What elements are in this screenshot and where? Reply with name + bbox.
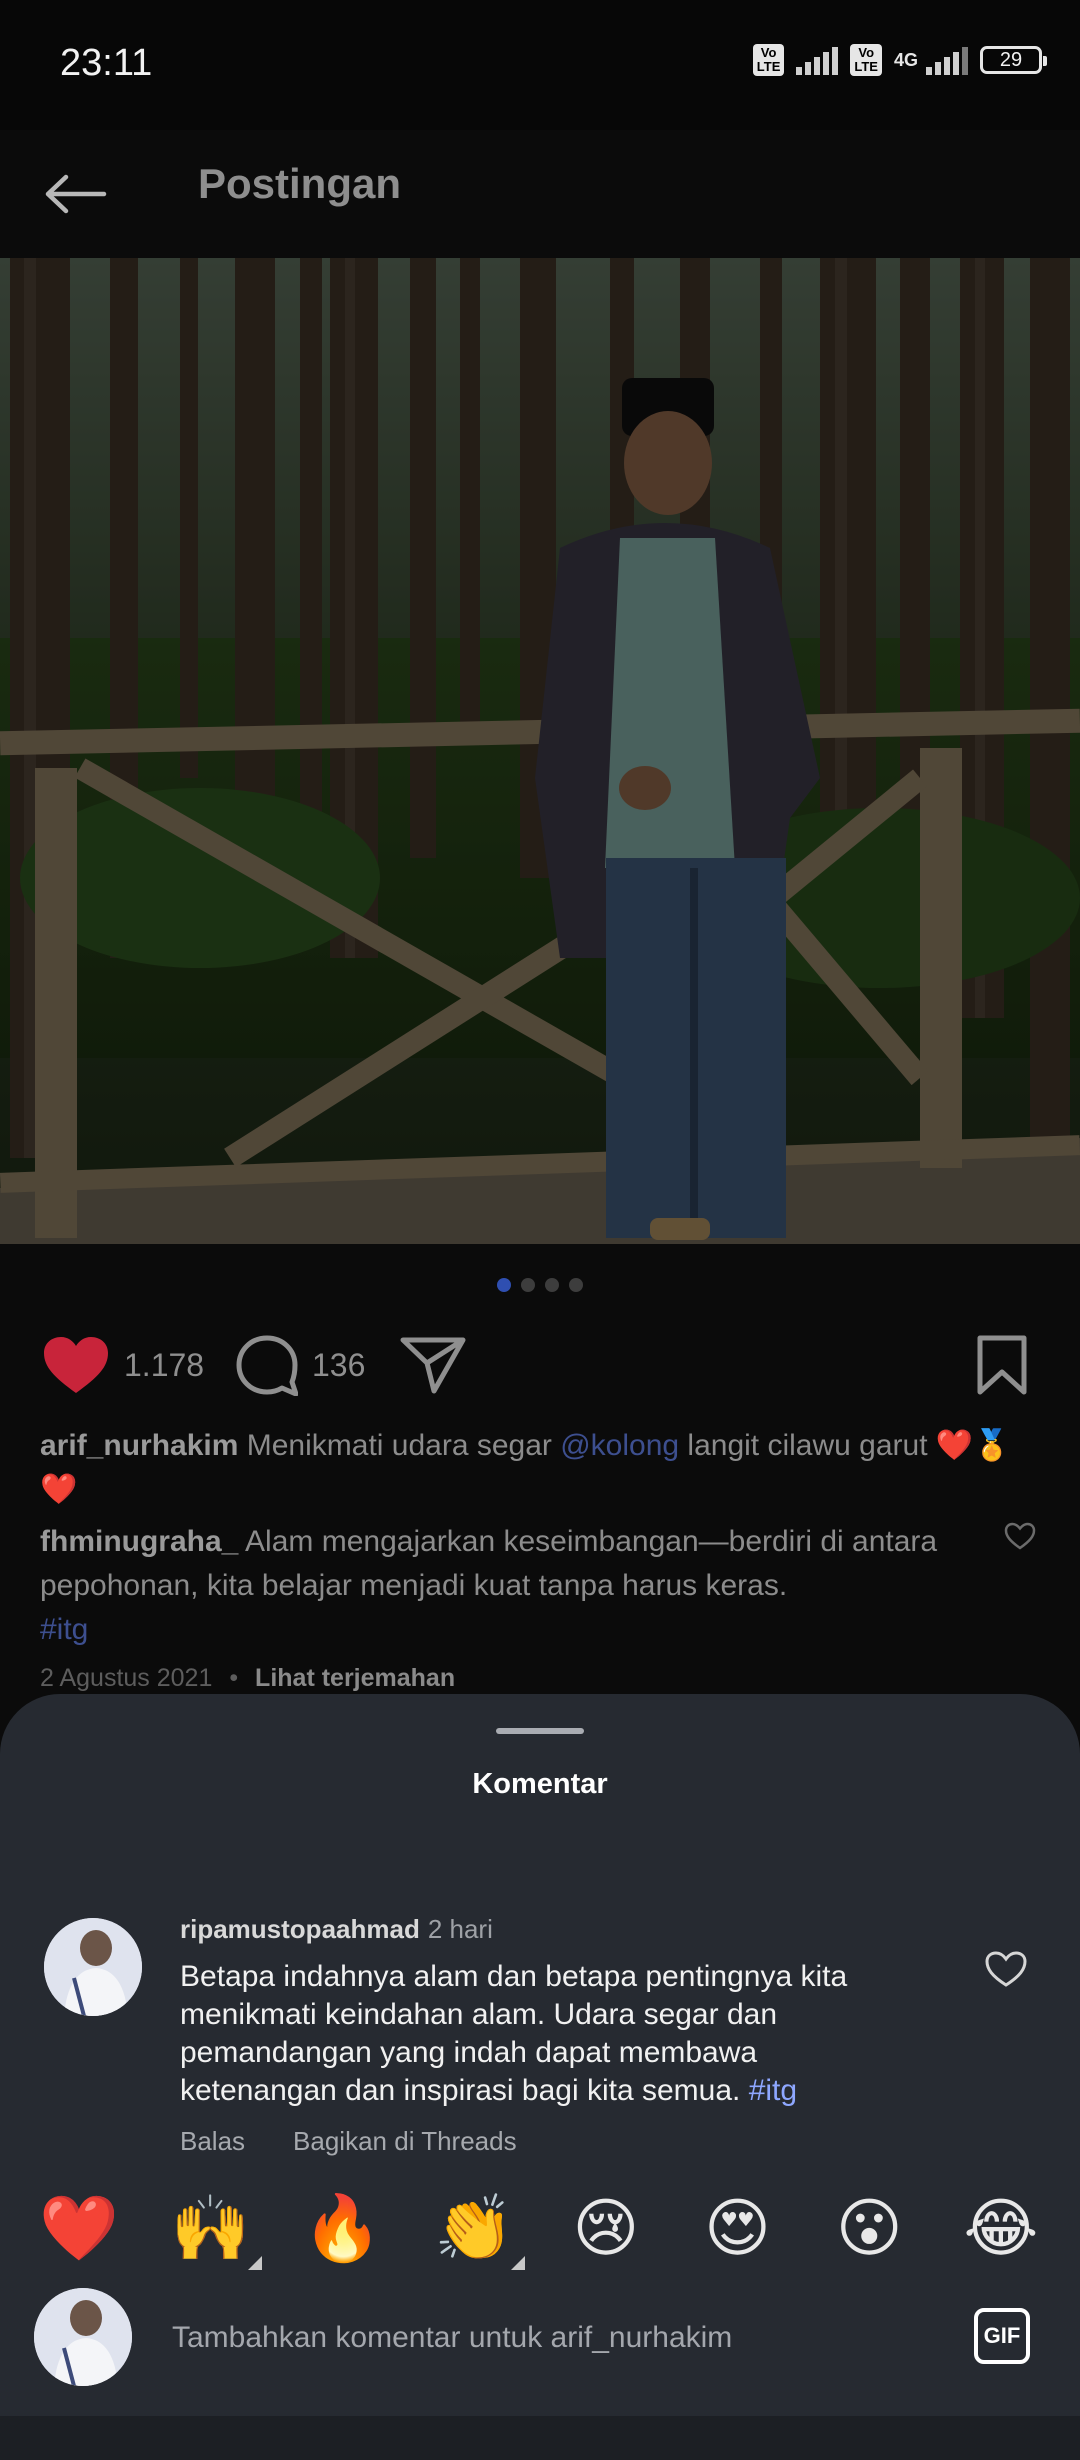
battery-icon: 29 bbox=[980, 46, 1047, 74]
share-threads-button[interactable]: Bagikan di Threads bbox=[293, 2126, 517, 2157]
page-title: Postingan bbox=[198, 160, 402, 207]
comment-hashtag[interactable]: #itg bbox=[749, 2074, 797, 2107]
sheet-drag-handle[interactable] bbox=[496, 1728, 584, 1734]
emoji-reaction-bar: ❤️ 🙌 🔥 👏 😢 😍 😮 😂 bbox=[34, 2184, 1046, 2274]
like-button[interactable]: 1.178 bbox=[42, 1322, 204, 1408]
reply-button[interactable]: Balas bbox=[180, 2126, 245, 2157]
post-date: 2 Agustus 2021 bbox=[40, 1664, 213, 1692]
volte-icon-2: Vo LTE bbox=[850, 44, 882, 76]
carousel-dot bbox=[569, 1278, 583, 1292]
heart-outline-icon bbox=[985, 1951, 1027, 1987]
navigation-gesture-area bbox=[0, 2416, 1080, 2460]
share-button[interactable] bbox=[400, 1322, 466, 1408]
gif-button[interactable]: GIF bbox=[974, 2308, 1030, 2364]
forest-photo bbox=[0, 258, 1080, 1244]
emoji-clap: 👏 bbox=[434, 2192, 514, 2266]
emoji-heart-button[interactable]: ❤️ bbox=[34, 2184, 124, 2274]
comment-username[interactable]: ripamustopaahmad bbox=[180, 1914, 420, 1944]
meta-separator: • bbox=[229, 1664, 239, 1692]
carousel-indicator bbox=[0, 1278, 1080, 1292]
carousel-dot bbox=[545, 1278, 559, 1292]
emoji-heart-eyes-button[interactable]: 😍 bbox=[693, 2184, 783, 2274]
network-type: 4G bbox=[893, 49, 918, 70]
top-comment-like-button[interactable] bbox=[1004, 1522, 1036, 1555]
post-actions: 1.178 136 bbox=[0, 1322, 1080, 1408]
battery-level: 29 bbox=[999, 49, 1023, 71]
composer-avatar bbox=[34, 2288, 132, 2386]
post-caption: arif_nurhakim Menikmati udara segar @kol… bbox=[40, 1424, 1040, 1512]
emoji-laughing-button[interactable]: 😂 bbox=[956, 2184, 1046, 2274]
comments-sheet: Komentar ripamustopaahmad 2 hari Betapa i… bbox=[0, 1694, 1080, 2460]
avatar-image bbox=[44, 1918, 142, 2016]
top-comment-hashtag[interactable]: #itg bbox=[40, 1613, 88, 1646]
status-icons: Vo LTE Vo LTE 4G 29 bbox=[752, 44, 1047, 76]
caption-text: Menikmati udara segar bbox=[238, 1429, 561, 1462]
skin-tone-indicator-icon bbox=[247, 2256, 262, 2270]
status-time: 23:11 bbox=[60, 42, 153, 84]
carousel-dot bbox=[497, 1278, 511, 1292]
top-comment: fhminugraha_ Alam mengajarkan keseimbang… bbox=[40, 1520, 980, 1652]
emoji-fire-button[interactable]: 🔥 bbox=[297, 2184, 387, 2274]
top-comment-username[interactable]: fhminugraha_ bbox=[40, 1525, 238, 1558]
emoji-raising-hands: 🙌 bbox=[170, 2192, 251, 2266]
comment-time: 2 hari bbox=[427, 1914, 493, 1944]
arrow-left-icon bbox=[45, 174, 107, 214]
back-button[interactable] bbox=[40, 158, 112, 230]
emoji-raising-hands-button[interactable]: 🙌 bbox=[166, 2184, 262, 2274]
skin-tone-indicator-icon bbox=[511, 2256, 526, 2270]
comment-text: Betapa indahnya alam dan betapa pentingn… bbox=[180, 1958, 910, 2110]
comment-button[interactable]: 136 bbox=[236, 1322, 365, 1408]
comment-actions: Balas Bagikan di Threads bbox=[180, 2126, 517, 2157]
like-count[interactable]: 1.178 bbox=[124, 1347, 204, 1384]
bookmark-icon bbox=[977, 1335, 1027, 1395]
comment-author: ripamustopaahmad 2 hari bbox=[180, 1914, 493, 1945]
comment-input[interactable] bbox=[170, 2312, 954, 2364]
caption-username[interactable]: arif_nurhakim bbox=[40, 1429, 238, 1462]
emoji-crying-button[interactable]: 😢 bbox=[561, 2184, 651, 2274]
caption-line2: ❤️ bbox=[40, 1473, 78, 1506]
emoji-surprised-button[interactable]: 😮 bbox=[824, 2184, 914, 2274]
heart-outline-icon bbox=[1004, 1522, 1036, 1550]
signal-strength-icon-2 bbox=[926, 45, 968, 75]
app-header: Postingan bbox=[0, 130, 1080, 258]
post-image[interactable] bbox=[0, 258, 1080, 1244]
avatar-image bbox=[34, 2288, 132, 2386]
status-bar: 23:11 Vo LTE Vo LTE 4G 29 bbox=[0, 0, 1080, 130]
caption-mention[interactable]: @kolong bbox=[560, 1429, 679, 1462]
emoji-clap-button[interactable]: 👏 bbox=[429, 2184, 526, 2274]
speech-bubble-icon bbox=[236, 1335, 298, 1396]
post-meta: 2 Agustus 2021 • Lihat terjemahan bbox=[40, 1664, 455, 1693]
volte-icon: Vo LTE bbox=[752, 44, 785, 76]
see-translation-link[interactable]: Lihat terjemahan bbox=[255, 1664, 455, 1692]
avatar[interactable] bbox=[44, 1918, 142, 2016]
paper-plane-icon bbox=[400, 1337, 466, 1394]
comment-body: Betapa indahnya alam dan betapa pentingn… bbox=[180, 1960, 848, 2107]
carousel-dot bbox=[521, 1278, 535, 1292]
comment-like-button[interactable] bbox=[984, 1950, 1028, 1993]
sheet-title: Komentar bbox=[472, 1768, 608, 1800]
signal-strength-icon bbox=[796, 45, 839, 75]
heart-filled-icon bbox=[44, 1337, 108, 1393]
comment-count[interactable]: 136 bbox=[312, 1347, 365, 1384]
caption-text-end: langit cilawu garut ❤️🏅 bbox=[679, 1429, 1011, 1462]
save-button[interactable] bbox=[976, 1322, 1028, 1408]
